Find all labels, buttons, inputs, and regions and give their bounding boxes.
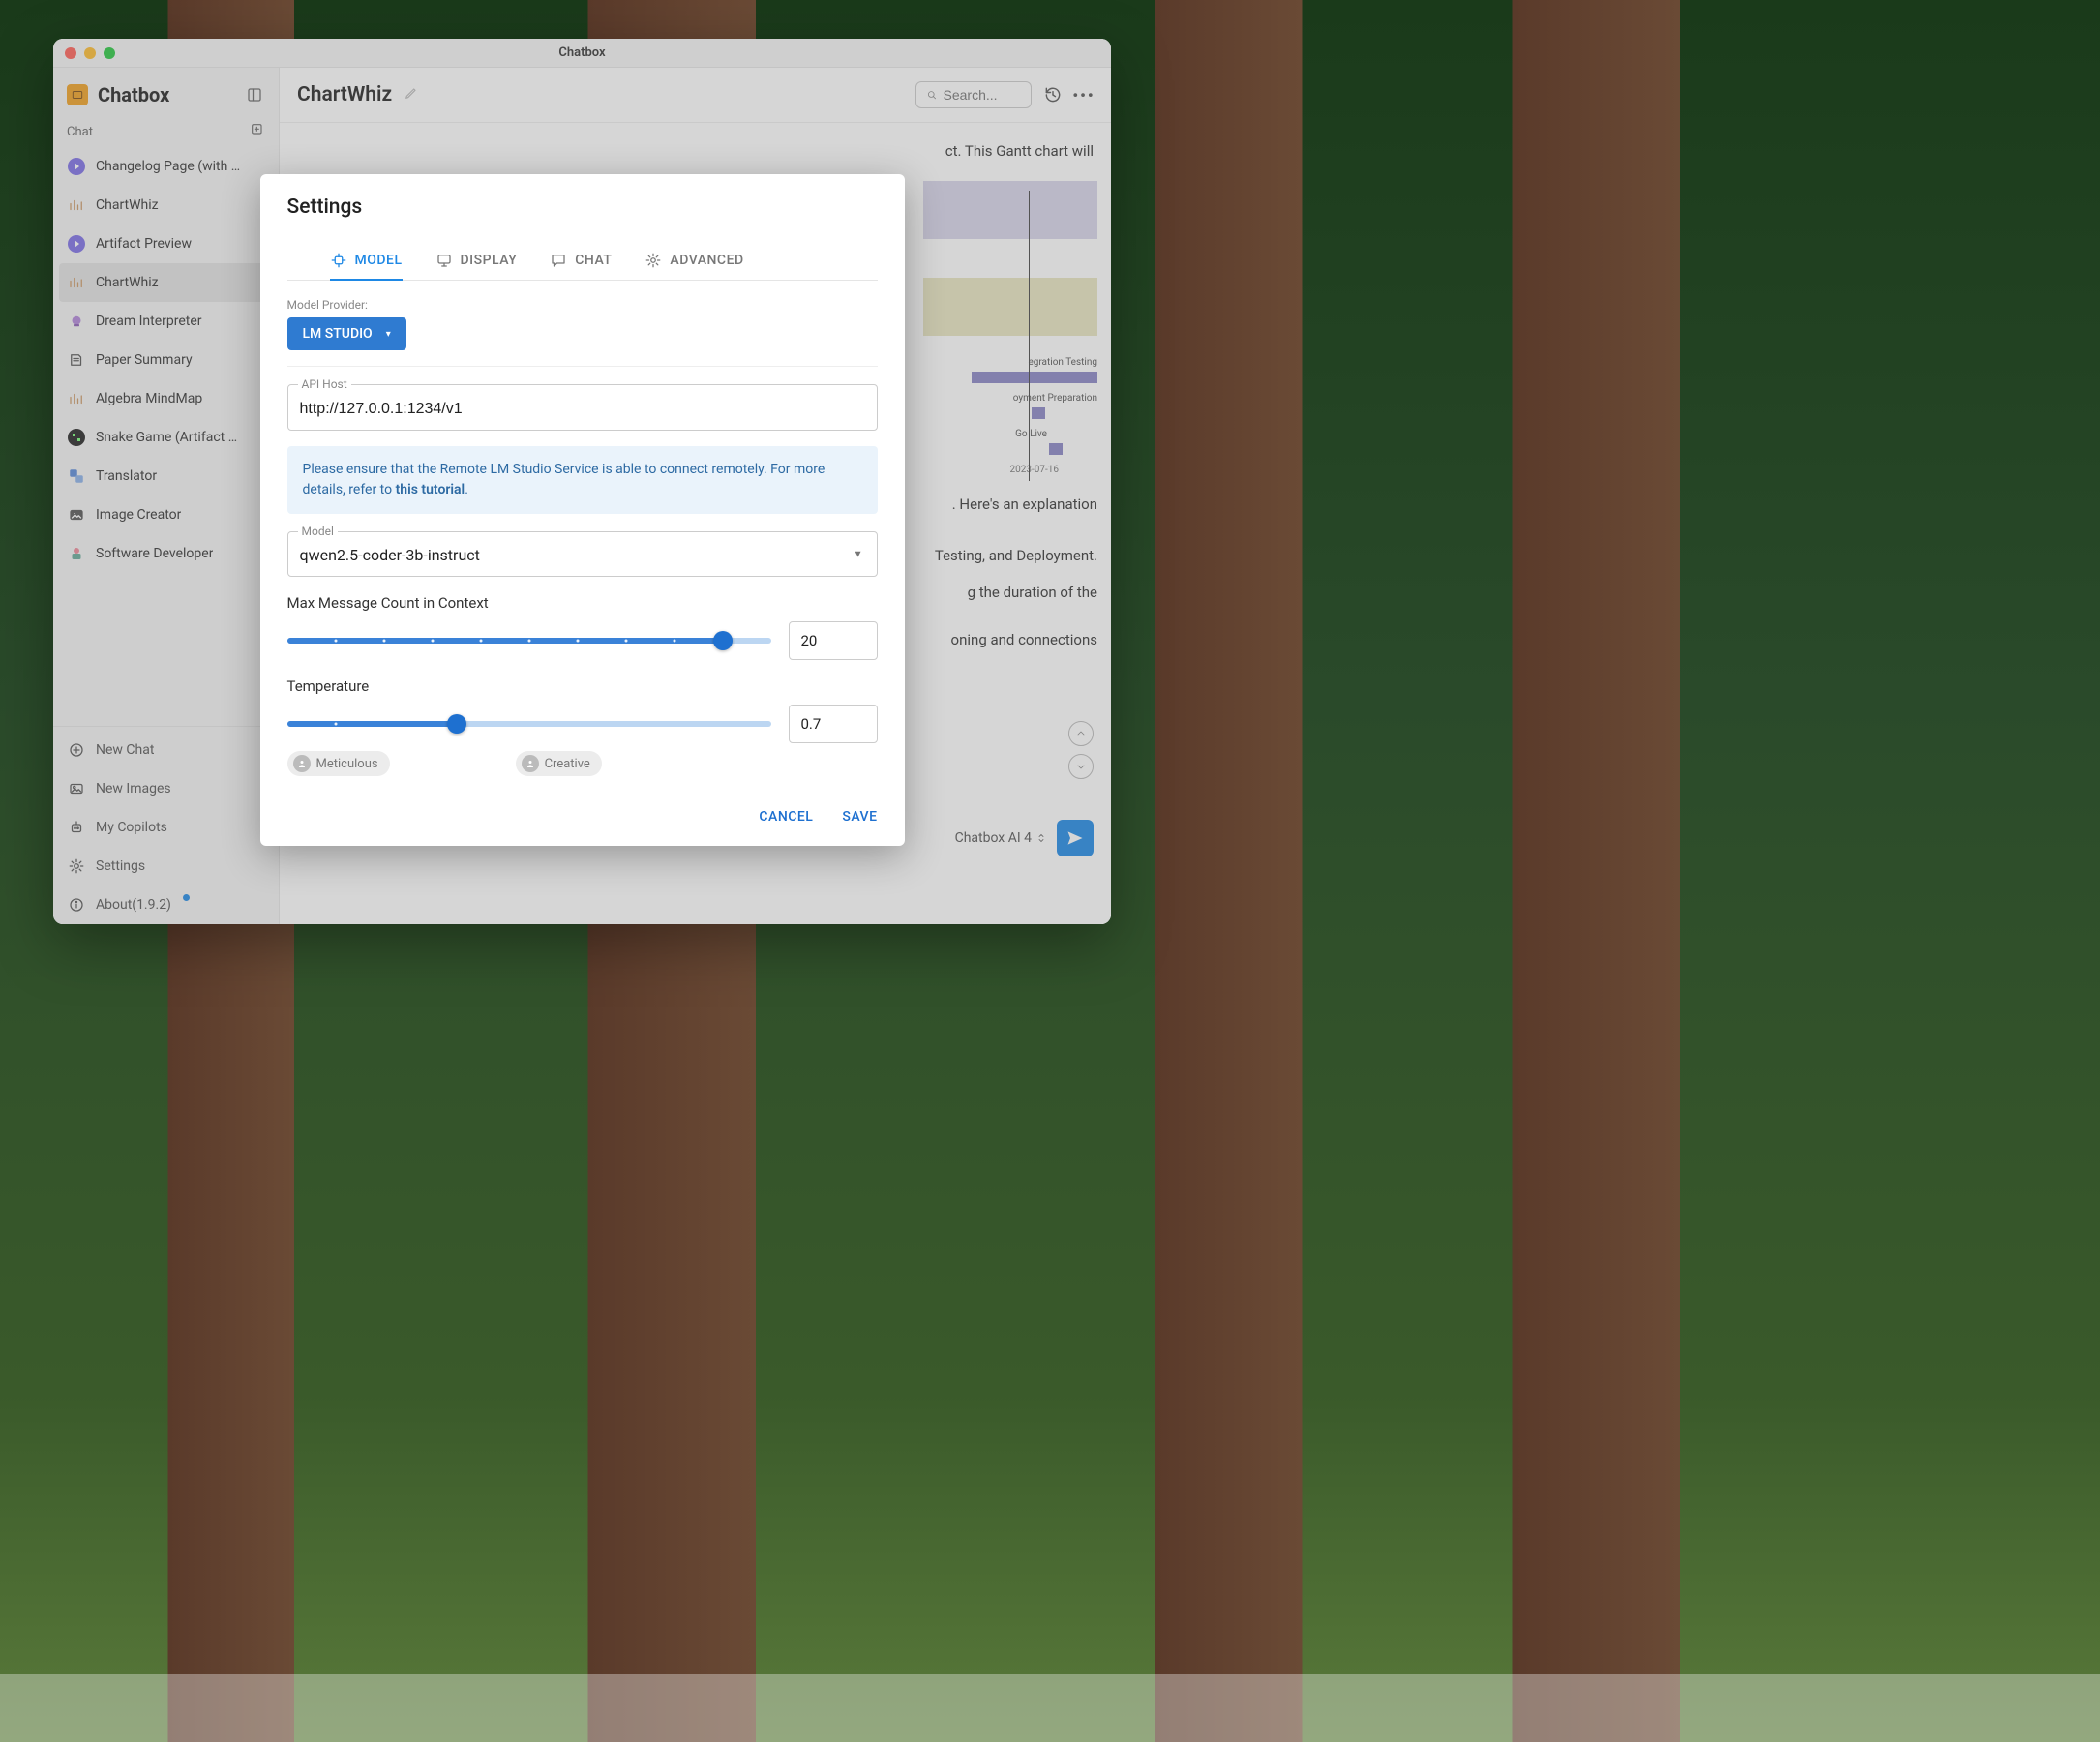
chat-icon bbox=[550, 252, 567, 269]
tab-label: MODEL bbox=[355, 253, 403, 268]
max-count-value[interactable]: 20 bbox=[789, 621, 878, 660]
chevron-down-icon: ▼ bbox=[854, 549, 863, 559]
model-provider-value: LM STUDIO bbox=[303, 326, 373, 342]
tab-label: ADVANCED bbox=[670, 253, 743, 268]
tab-model[interactable]: MODEL bbox=[330, 242, 403, 281]
api-host-label: API Host bbox=[298, 377, 351, 391]
model-provider-dropdown[interactable]: LM STUDIO ▾ bbox=[287, 317, 406, 350]
temperature-label: Temperature bbox=[287, 677, 878, 695]
temperature-value[interactable]: 0.7 bbox=[789, 705, 878, 743]
tab-label: DISPLAY bbox=[461, 253, 518, 268]
max-count-slider[interactable] bbox=[287, 638, 771, 644]
model-select-value: qwen2.5-coder-3b-instruct bbox=[300, 546, 865, 564]
modal-overlay[interactable]: Settings MODEL DISPLAY CHAT ADVANCED bbox=[53, 39, 1111, 924]
chip-meticulous[interactable]: Meticulous bbox=[287, 751, 390, 776]
model-provider-label: Model Provider: bbox=[287, 298, 878, 312]
tab-chat[interactable]: CHAT bbox=[550, 242, 612, 281]
chip-creative[interactable]: Creative bbox=[516, 751, 602, 776]
chip-label: Meticulous bbox=[316, 757, 378, 771]
api-host-field[interactable]: API Host bbox=[287, 384, 878, 431]
chip-label: Creative bbox=[545, 757, 590, 771]
api-host-input[interactable] bbox=[300, 401, 865, 418]
tab-advanced[interactable]: ADVANCED bbox=[645, 242, 743, 281]
model-select-label: Model bbox=[298, 525, 338, 538]
slider-thumb[interactable] bbox=[447, 714, 466, 734]
settings-tabs: MODEL DISPLAY CHAT ADVANCED bbox=[287, 242, 878, 281]
temperature-slider[interactable] bbox=[287, 721, 771, 727]
app-window: Chatbox Chatbox Chat bbox=[53, 39, 1111, 924]
monitor-icon bbox=[435, 252, 453, 269]
avatar-icon bbox=[293, 755, 311, 772]
tutorial-link[interactable]: this tutorial bbox=[396, 482, 465, 497]
slider-thumb[interactable] bbox=[713, 631, 733, 650]
modal-title: Settings bbox=[287, 195, 878, 219]
tab-label: CHAT bbox=[575, 253, 612, 268]
max-count-label: Max Message Count in Context bbox=[287, 594, 878, 612]
tab-display[interactable]: DISPLAY bbox=[435, 242, 518, 281]
save-button[interactable]: SAVE bbox=[842, 809, 877, 825]
gear-icon bbox=[645, 252, 662, 269]
chevron-down-icon: ▾ bbox=[386, 329, 391, 340]
chip-icon bbox=[330, 252, 347, 269]
settings-modal: Settings MODEL DISPLAY CHAT ADVANCED bbox=[260, 174, 905, 846]
model-select[interactable]: Model qwen2.5-coder-3b-instruct ▼ bbox=[287, 531, 878, 577]
notice-text: Please ensure that the Remote LM Studio … bbox=[303, 462, 825, 497]
cancel-button[interactable]: CANCEL bbox=[759, 809, 813, 825]
divider bbox=[287, 366, 878, 367]
notice-banner: Please ensure that the Remote LM Studio … bbox=[287, 446, 878, 514]
avatar-icon bbox=[522, 755, 539, 772]
